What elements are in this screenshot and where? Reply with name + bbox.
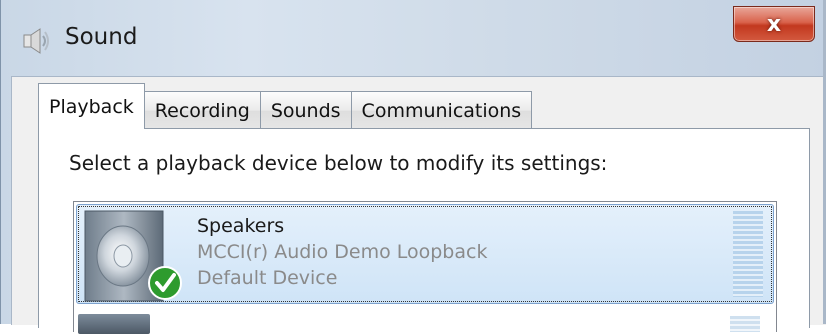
close-button[interactable]: x <box>733 6 815 42</box>
tab-strip: Playback Recording Sounds Communications <box>38 83 533 129</box>
title-bar[interactable]: Sound x <box>1 0 826 76</box>
dialog-client-area: Playback Recording Sounds Communications… <box>11 76 826 334</box>
instruction-text: Select a playback device below to modify… <box>69 151 608 175</box>
speaker-icon <box>23 28 49 54</box>
default-check-icon <box>148 266 182 300</box>
close-icon: x <box>766 11 782 37</box>
sound-dialog: Sound x Playback Recording Sounds Commun… <box>0 0 826 334</box>
tab-sounds[interactable]: Sounds <box>259 91 352 129</box>
tab-playback[interactable]: Playback <box>38 83 145 129</box>
volume-level-meter <box>733 211 763 297</box>
device-status: Default Device <box>197 267 338 289</box>
playback-panel: Select a playback device below to modify… <box>38 128 810 334</box>
device-item-speakers[interactable]: Speakers MCCI(r) Audio Demo Loopback Def… <box>76 204 774 304</box>
window-title: Sound <box>65 24 138 50</box>
device-item-partial[interactable] <box>78 308 770 334</box>
device-icon <box>78 314 150 334</box>
device-description: MCCI(r) Audio Demo Loopback <box>197 241 488 263</box>
device-name: Speakers <box>197 215 285 237</box>
speaker-icon <box>84 210 182 302</box>
tab-recording[interactable]: Recording <box>143 91 261 129</box>
device-list[interactable]: Speakers MCCI(r) Audio Demo Loopback Def… <box>73 201 777 334</box>
volume-level-meter <box>730 316 760 332</box>
tab-communications[interactable]: Communications <box>350 91 533 129</box>
